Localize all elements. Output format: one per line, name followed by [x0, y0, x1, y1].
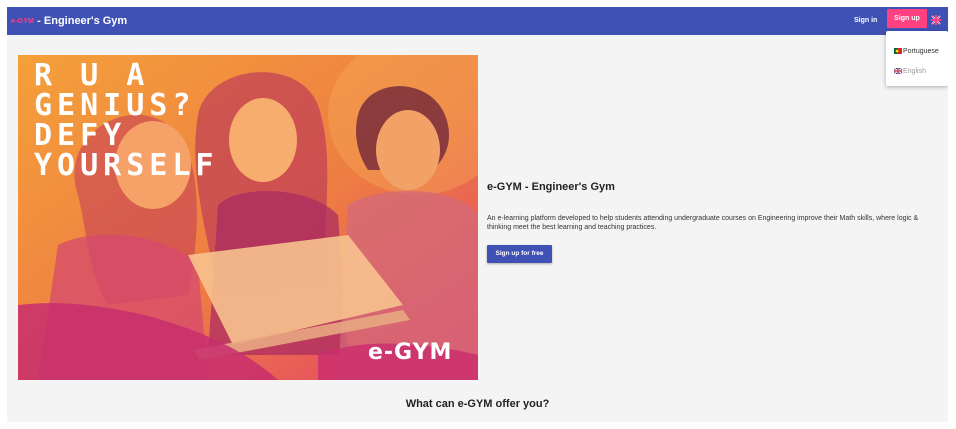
section-title: What can e-GYM offer you? — [405, 398, 550, 410]
sign-in-link[interactable]: Sign in — [854, 14, 877, 28]
brand-title[interactable]: - Engineer's Gym — [37, 15, 127, 27]
language-option-english[interactable]: English — [894, 65, 926, 77]
brand-logo[interactable]: e-GYM — [11, 18, 34, 25]
page: e-GYM - Engineer's Gym Sign in Sign up P… — [7, 7, 948, 422]
language-option-portuguese[interactable]: Portuguese — [894, 45, 939, 57]
hero-headline: R U A GENIUS? DEFY YOURSELF — [34, 58, 219, 183]
portugal-flag-icon — [894, 48, 902, 54]
hero-description: An e-learning platform developed to help… — [487, 215, 919, 231]
brand[interactable]: e-GYM - Engineer's Gym — [11, 7, 127, 35]
hero-image: R U A GENIUS? DEFY YOURSELF e-GYM — [18, 55, 478, 380]
hero-title: e-GYM - Engineer's Gym — [487, 181, 615, 193]
sign-up-free-button[interactable]: Sign up for free — [487, 245, 552, 263]
language-label-english: English — [903, 67, 926, 75]
top-navbar: e-GYM - Engineer's Gym Sign in Sign up — [7, 7, 948, 35]
uk-flag-icon[interactable] — [931, 14, 941, 26]
sign-up-button[interactable]: Sign up — [887, 9, 927, 28]
language-label-portuguese: Portuguese — [903, 47, 939, 55]
uk-flag-icon — [894, 68, 902, 74]
hero-logo: e-GYM — [368, 340, 453, 365]
language-menu: Portuguese English — [886, 31, 948, 86]
